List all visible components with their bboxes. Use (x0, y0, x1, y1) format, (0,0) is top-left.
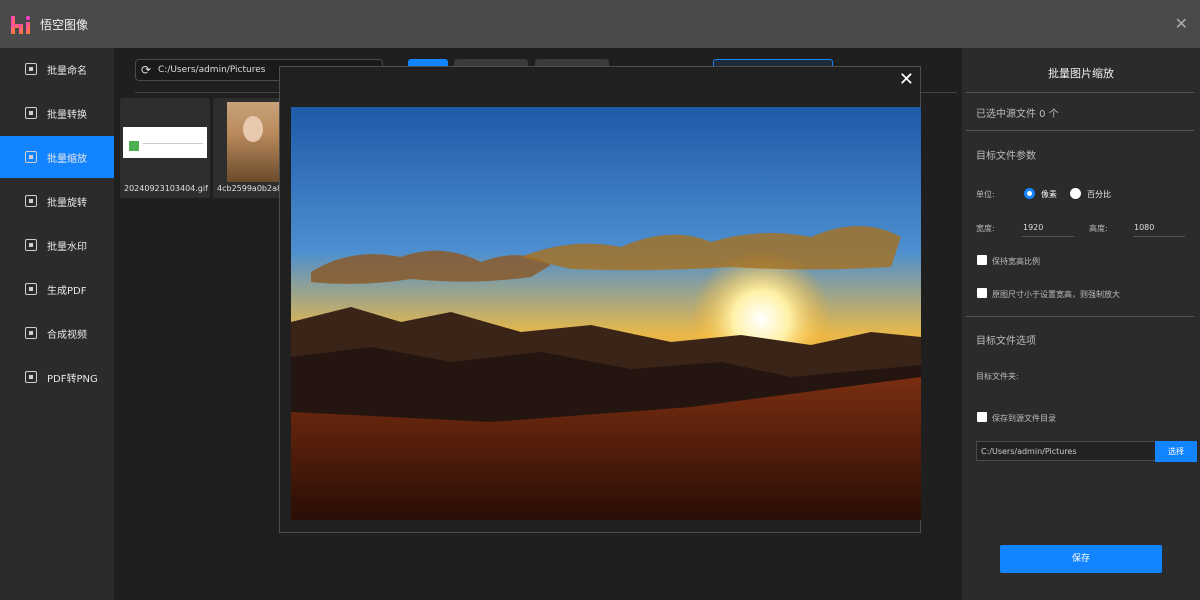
save-to-source-checkbox[interactable] (977, 412, 987, 422)
title-bar: 悟空图像 ✕ (0, 0, 1200, 48)
thumbnail-graphic (129, 141, 139, 151)
save-to-source-label: 保存到源文件目录 (992, 414, 1056, 423)
file-thumbnail[interactable]: 20240923103404.gif (120, 98, 210, 198)
thumbnail-image (227, 102, 279, 182)
sidebar-item-compose-video[interactable]: 合成视频 (0, 312, 114, 354)
pdf-png-icon (25, 371, 37, 383)
sidebar-item-label: 批量水印 (47, 241, 87, 253)
thumbnail-image (123, 127, 207, 158)
video-icon (25, 327, 37, 339)
settings-panel: 批量图片缩放 已选中源文件 0 个 目标文件参数 单位: 像素 百分比 宽度: … (962, 48, 1200, 600)
divider (966, 92, 1194, 93)
unit-percent-radio[interactable] (1070, 188, 1081, 199)
choose-folder-button[interactable]: 选择 (1155, 441, 1197, 462)
width-value: 1920 (1023, 223, 1044, 232)
sidebar-item-pdf-to-png[interactable]: PDF转PNG (0, 356, 114, 398)
sidebar-item-batch-convert[interactable]: 批量转换 (0, 92, 114, 134)
unit-pixel-label: 像素 (1041, 190, 1057, 199)
thumbnail-graphic (243, 116, 263, 142)
height-label: 高度: (1089, 224, 1108, 233)
unit-label: 单位: (976, 190, 995, 199)
force-enlarge-checkbox[interactable] (977, 288, 987, 298)
keep-ratio-label: 保持宽高比例 (992, 257, 1040, 266)
sidebar-item-label: 生成PDF (47, 285, 87, 297)
width-field[interactable]: 1920 (1022, 220, 1074, 237)
sidebar-item-label: PDF转PNG (47, 373, 98, 385)
app-logo-icon (11, 16, 30, 34)
divider (966, 316, 1194, 317)
preview-image (291, 107, 921, 520)
resize-icon (25, 151, 37, 163)
height-field[interactable]: 1080 (1133, 220, 1185, 237)
file-name: 20240923103404.gif (124, 184, 208, 193)
unit-pixel-radio[interactable] (1024, 188, 1035, 199)
sidebar-item-create-pdf[interactable]: 生成PDF (0, 268, 114, 310)
rotate-icon (25, 195, 37, 207)
save-button[interactable]: 保存 (1000, 545, 1162, 573)
folder-label: 目标文件夹: (976, 372, 1019, 381)
sidebar-item-label: 批量旋转 (47, 197, 87, 209)
app-title: 悟空图像 (40, 18, 89, 32)
sidebar-item-label: 批量命名 (47, 65, 87, 77)
sidebar-item-batch-watermark[interactable]: 批量水印 (0, 224, 114, 266)
width-label: 宽度: (976, 224, 995, 233)
options-title: 目标文件选项 (976, 336, 1036, 347)
sidebar-item-batch-rename[interactable]: 批量命名 (0, 48, 114, 90)
sidebar: 批量命名 批量转换 批量缩放 批量旋转 批量水印 生成PDF 合成视频 PDF转… (0, 48, 114, 600)
refresh-icon[interactable]: ⟳ (141, 64, 153, 76)
path-text: C:/Users/admin/Pictures (158, 65, 266, 75)
folder-path-input[interactable]: C:/Users/admin/Pictures (976, 441, 1156, 461)
unit-percent-label: 百分比 (1087, 190, 1111, 199)
sidebar-item-label: 合成视频 (47, 329, 87, 341)
image-preview-dialog: ✕ (279, 66, 921, 533)
sidebar-item-batch-resize[interactable]: 批量缩放 (0, 136, 114, 178)
window-close-icon[interactable]: ✕ (1175, 14, 1188, 33)
panel-title: 批量图片缩放 (1048, 67, 1114, 80)
convert-icon (25, 107, 37, 119)
close-icon[interactable]: ✕ (899, 69, 914, 90)
force-enlarge-label: 原图尺寸小于设置宽高，则强制放大 (992, 290, 1120, 299)
watermark-icon (25, 239, 37, 251)
sidebar-item-batch-rotate[interactable]: 批量旋转 (0, 180, 114, 222)
sidebar-item-label: 批量缩放 (47, 153, 87, 165)
sidebar-item-label: 批量转换 (47, 109, 87, 121)
rename-icon (25, 63, 37, 75)
thumbnail-graphic (143, 143, 203, 144)
params-title: 目标文件参数 (976, 151, 1036, 162)
pdf-icon (25, 283, 37, 295)
selected-count: 已选中源文件 0 个 (976, 109, 1059, 120)
file-name: 4cb2599a0b2a89 (217, 184, 288, 193)
height-value: 1080 (1134, 223, 1155, 232)
keep-ratio-checkbox[interactable] (977, 255, 987, 265)
divider (966, 130, 1194, 131)
